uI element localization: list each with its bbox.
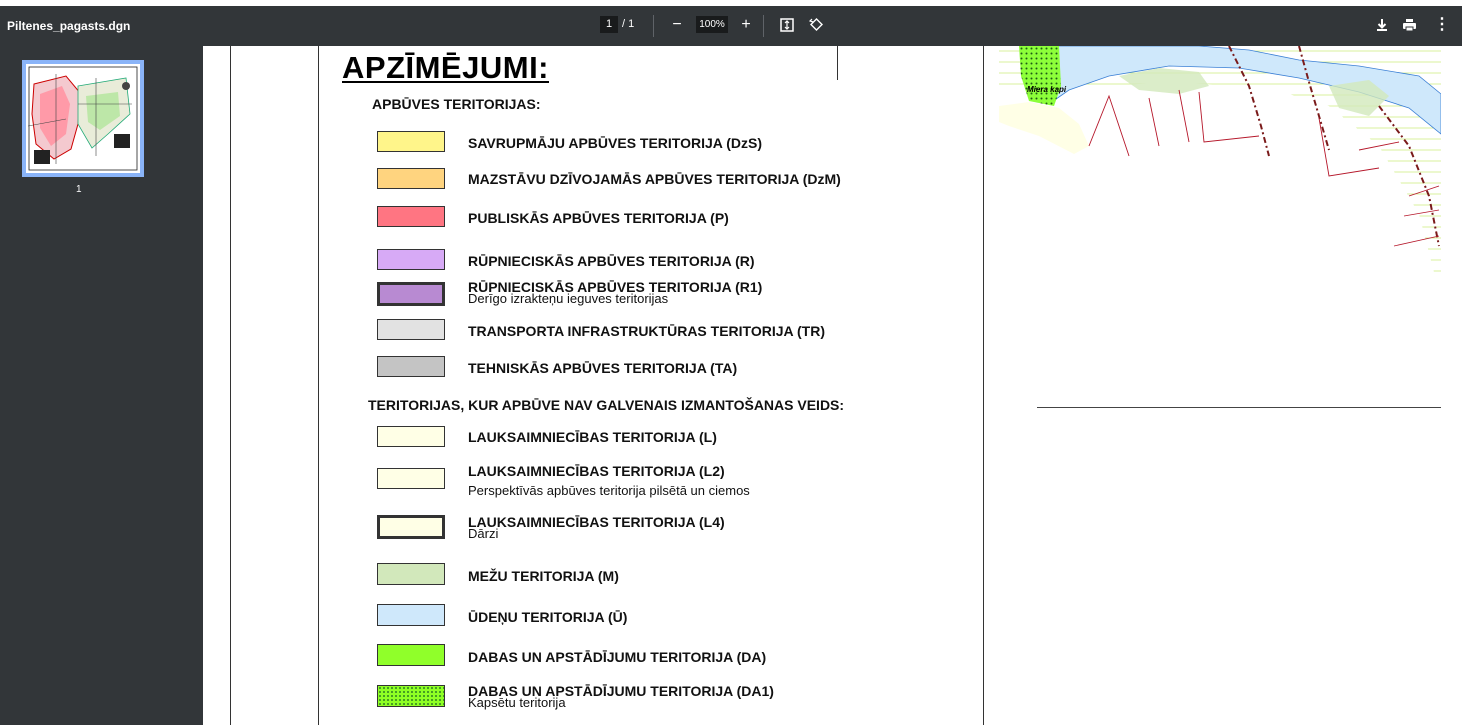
legend-sublabel-l2: Perspektīvās apbūves teritorija pilsētā … [468,483,750,498]
fit-page-button[interactable] [776,14,798,36]
legend-swatch-m [377,563,445,585]
frame-line-top [837,46,838,80]
frame-line-left [230,46,231,725]
zoom-input[interactable]: 100% [696,16,728,33]
legend-swatch-r1 [377,282,445,306]
thumbnail-page-number: 1 [76,184,82,195]
page-thumbnail[interactable] [22,60,144,177]
legend-label-da: DABAS UN APSTĀDĪJUMU TERITORIJA (DA) [468,649,767,665]
frame-line-legend-left [318,46,319,725]
rotate-button[interactable] [805,14,827,36]
map-fragment: Miera kapi [999,46,1441,276]
page-total: / 1 [622,18,635,30]
pdf-toolbar: Piltenes_pagasts.dgn 1 / 1 − 100% + ⋮ [0,6,1462,46]
more-icon: ⋮ [1434,16,1450,33]
legend-label-l: LAUKSAIMNIECĪBAS TERITORIJA (L) [468,429,717,445]
section-heading-nonbuildup: TERITORIJAS, KUR APBŪVE NAV GALVENAIS IZ… [368,397,845,413]
legend-label-dzs: SAVRUPMĀJU APBŪVES TERITORIJA (DzS) [468,135,763,151]
toolbar-divider [763,15,764,37]
download-button[interactable] [1371,14,1393,36]
file-title: Piltenes_pagasts.dgn [7,19,131,33]
page-number-input[interactable]: 1 [600,16,618,33]
legend-title: APZĪMĒJUMI: [342,50,549,85]
legend-swatch-ta [377,356,445,377]
legend-label-l2: LAUKSAIMNIECĪBAS TERITORIJA (L2) [468,463,725,479]
fit-page-icon [780,18,794,32]
legend-label-r: RŪPNIECISKĀS APBŪVES TERITORIJA (R) [468,253,755,269]
thumbnail-sidebar: 1 [0,46,203,725]
minus-icon: − [672,16,682,33]
rotate-icon [808,18,823,31]
frame-line-legend-right [983,46,984,725]
print-button[interactable] [1398,14,1420,36]
legend-label-dzm: MAZSTĀVU DZĪVOJAMĀS APBŪVES TERITORIJA (… [468,171,841,187]
toolbar-divider [653,15,654,37]
legend-swatch-tr [377,319,445,340]
legend-label-ta: TEHNISKĀS APBŪVES TERITORIJA (TA) [468,360,738,376]
legend-swatch-p [377,206,445,227]
legend-label-tr: TRANSPORTA INFRASTRUKTŪRAS TERITORIJA (T… [468,323,825,339]
print-icon [1402,19,1416,32]
thumbnail-map-image [27,66,138,171]
legend-label-l4: LAUKSAIMNIECĪBAS TERITORIJA (L4) [468,514,725,530]
legend-label-p: PUBLISKĀS APBŪVES TERITORIJA (P) [468,210,729,226]
legend-sublabel-da1: Kapsētu teritorija [468,695,566,710]
map-place-label: Miera kapi [1027,85,1067,94]
pdf-page: APZĪMĒJUMI: APBŪVES TERITORIJAS: TERITOR… [203,46,1441,725]
legend-swatch-l [377,426,445,447]
legend-swatch-dzs [377,131,445,152]
legend-label-m: MEŽU TERITORIJA (M) [468,568,619,584]
download-icon [1377,19,1387,31]
legend-swatch-da1 [377,685,445,707]
map-boundary-line [1037,407,1441,408]
legend-swatch-r [377,249,445,270]
vertical-scrollbar[interactable] [1441,46,1462,725]
legend-sublabel-l4: Dārzi [468,526,499,541]
section-heading-buildup: APBŪVES TERITORIJAS: [372,96,541,112]
zoom-in-button[interactable]: + [735,14,757,36]
zoom-out-button[interactable]: − [666,14,688,36]
legend-label-u: ŪDEŅU TERITORIJA (Ū) [468,609,628,625]
legend-swatch-dzm [377,168,445,189]
legend-swatch-l2 [377,468,445,489]
legend-swatch-l4 [377,515,445,539]
more-actions-button[interactable]: ⋮ [1431,14,1453,36]
legend-sublabel-r1: Derīgo izrakteņu ieguves teritorijas [468,291,669,306]
legend-swatch-da [377,644,445,666]
plus-icon: + [741,16,751,33]
legend-swatch-u [377,604,445,626]
